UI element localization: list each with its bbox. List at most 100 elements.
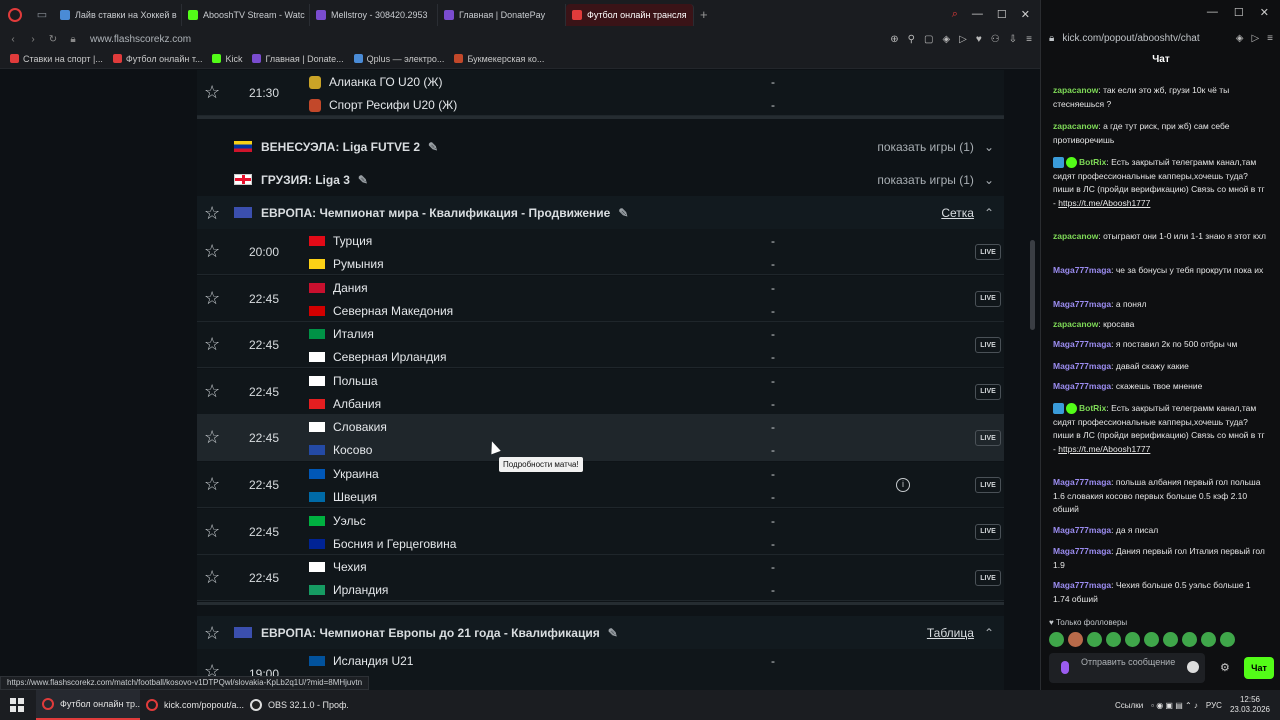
bookmark-item[interactable]: Футбол онлайн т... <box>112 54 202 64</box>
chat-username[interactable]: Maga777maga <box>1053 361 1111 371</box>
emote-icon[interactable] <box>1144 632 1159 647</box>
emote-icon[interactable] <box>1201 632 1216 647</box>
tray-icons[interactable]: ▫ ◉ ▣ ▤ ⌃ ♪ <box>1151 701 1198 710</box>
chat-username[interactable]: Maga777maga <box>1053 381 1111 391</box>
emote-icon[interactable] <box>1068 632 1083 647</box>
emote-icon[interactable] <box>1182 632 1197 647</box>
clock[interactable]: 12:56 23.03.2026 <box>1230 695 1270 715</box>
emote-icon[interactable] <box>1106 632 1121 647</box>
browser-tab[interactable]: Футбол онлайн трансля <box>566 3 694 26</box>
live-button[interactable]: LIVE <box>975 523 1001 540</box>
search-icon[interactable]: ⌕ <box>952 8 958 21</box>
chat-username[interactable]: Maga777maga <box>1053 525 1111 535</box>
chat-username[interactable]: BotRix <box>1079 403 1106 413</box>
favorite-star-icon[interactable]: ☆ <box>204 428 222 446</box>
links-label[interactable]: Ссылки <box>1115 701 1143 710</box>
league-header-europe-wc[interactable]: ☆ ЕВРОПА: Чемпионат мира - Квалификация … <box>197 196 1004 229</box>
favorite-star-icon[interactable]: ☆ <box>204 522 222 540</box>
download-icon[interactable]: ⇩ <box>1009 34 1017 45</box>
tab-menu-icon[interactable]: ▭ <box>30 0 54 29</box>
browser-tab[interactable]: Mellstroy - 308420.2953 <box>310 3 438 26</box>
bookmark-item[interactable]: Kick <box>212 54 242 64</box>
menu-icon[interactable]: ≡ <box>1267 33 1273 44</box>
send-chat-button[interactable]: Чат <box>1244 657 1274 679</box>
browser-tab[interactable]: Лайв ставки на Хоккей в <box>54 3 182 26</box>
heart-icon[interactable]: ♥ <box>976 34 982 45</box>
bracket-link[interactable]: Сетка ⌃ <box>941 206 994 220</box>
reload-icon[interactable]: ↻ <box>46 34 60 45</box>
chat-link[interactable]: https://t.me/Aboosh1777 <box>1058 198 1150 208</box>
live-button[interactable]: LIVE <box>975 570 1001 587</box>
table-row[interactable]: ☆ 22:45 Италия Северная Ирландия - - LIVE <box>197 322 1004 369</box>
live-button[interactable]: LIVE <box>975 337 1001 354</box>
chat-username[interactable]: zapacanow <box>1053 85 1098 95</box>
chat-username[interactable]: Maga777maga <box>1053 477 1111 487</box>
url-field[interactable]: www.flashscorekz.com <box>90 34 191 45</box>
table-row[interactable]: ☆ 22:45 Украина Швеция - - i LIVE <box>197 462 1004 508</box>
language-indicator[interactable]: РУС <box>1206 701 1222 710</box>
maximize-icon[interactable]: ☐ <box>997 8 1007 21</box>
chat-username[interactable]: zapacanow <box>1053 231 1098 241</box>
favorite-star-icon[interactable]: ☆ <box>204 203 220 224</box>
table-row[interactable]: ☆ 22:45 Словакия Косово - - LIVE <box>197 415 1004 462</box>
favorite-star-icon[interactable]: ☆ <box>204 289 222 307</box>
forward-icon[interactable]: › <box>26 34 40 45</box>
bookmark-item[interactable]: Ставки на спорт |... <box>10 54 103 64</box>
table-row[interactable]: ☆ 22:45 Польша Албания - - LIVE <box>197 368 1004 415</box>
live-button[interactable]: LIVE <box>975 383 1001 400</box>
emote-icon[interactable] <box>1125 632 1140 647</box>
play-icon[interactable]: ▷ <box>1251 33 1259 44</box>
browser-tab[interactable]: AbooshTV Stream - Watc <box>182 3 310 26</box>
new-tab-button[interactable]: + <box>700 7 708 22</box>
table-row[interactable]: ☆ 21:30 Алианка ГО U20 (Ж) Спорт Ресифи … <box>197 70 1004 116</box>
account-icon[interactable]: ⚇ <box>991 34 1000 45</box>
play-icon[interactable]: ▷ <box>959 34 967 45</box>
live-button[interactable]: LIVE <box>975 477 1001 493</box>
table-row[interactable]: ☆ 22:45 Чехия Ирландия - - LIVE <box>197 555 1004 602</box>
chat-link[interactable]: https://t.me/Aboosh1777 <box>1058 444 1150 454</box>
browser-tab[interactable]: Главная | DonatePay <box>438 3 566 26</box>
windows-start-icon[interactable] <box>10 698 24 712</box>
live-button[interactable]: LIVE <box>975 244 1001 260</box>
table-row[interactable]: ☆ 22:45 Дания Северная Македония - - LIVE <box>197 275 1004 322</box>
close-icon[interactable]: ✕ <box>1260 6 1269 29</box>
show-games-link[interactable]: показать игры (1) ⌄ <box>877 140 994 154</box>
taskbar-item[interactable]: OBS 32.1.0 - Проф... <box>244 690 348 720</box>
live-button[interactable]: LIVE <box>975 290 1001 307</box>
gear-icon[interactable]: ⚙ <box>1220 661 1230 674</box>
show-games-link[interactable]: показать игры (1) ⌄ <box>877 173 994 187</box>
maximize-icon[interactable]: ☐ <box>1234 6 1244 29</box>
chat-input[interactable]: Отправить сообщение <box>1049 653 1205 683</box>
table-row[interactable]: ☆ 22:45 Уэльс Босния и Герцеговина - - LIVE <box>197 508 1004 555</box>
chat-username[interactable]: zapacanow <box>1053 319 1098 329</box>
taskbar-item[interactable]: Футбол онлайн тр... <box>36 690 140 720</box>
info-icon[interactable]: i <box>896 478 910 492</box>
favorite-star-icon[interactable]: ☆ <box>204 568 222 586</box>
favorite-star-icon[interactable]: ☆ <box>204 382 222 400</box>
emote-icon[interactable] <box>1163 632 1178 647</box>
menu-icon[interactable]: ≡ <box>1026 34 1032 45</box>
favorite-star-icon[interactable]: ☆ <box>204 475 222 493</box>
favorite-star-icon[interactable]: ☆ <box>204 335 222 353</box>
back-icon[interactable]: ‹ <box>6 34 20 45</box>
scrollbar-thumb[interactable] <box>1030 240 1035 330</box>
live-button[interactable]: LIVE <box>975 430 1001 447</box>
opera-logo-icon[interactable] <box>8 7 22 22</box>
bookmark-item[interactable]: Букмекерская ко... <box>454 54 544 64</box>
snapshot-icon[interactable]: ▢ <box>924 34 933 45</box>
shield-icon[interactable]: ◈ <box>942 34 950 45</box>
chat-username[interactable]: Maga777maga <box>1053 265 1111 275</box>
chat-username[interactable]: BotRix <box>1079 157 1106 167</box>
league-header-venezuela[interactable]: ВЕНЕСУЭЛА: Liga FUTVE 2 ✎ показать игры (… <box>197 130 1004 163</box>
table-row[interactable]: ☆ 20:00 Турция Румыния - - LIVE <box>197 229 1004 275</box>
zoom-icon[interactable]: ⊕ <box>890 34 898 45</box>
emote-icon[interactable] <box>1220 632 1235 647</box>
favorite-star-icon[interactable]: ☆ <box>204 623 220 644</box>
chat-username[interactable]: zapacanow <box>1053 121 1098 131</box>
chat-username[interactable]: Maga777maga <box>1053 580 1111 590</box>
league-header-georgia[interactable]: ГРУЗИЯ: Liga 3 ✎ показать игры (1) ⌄ <box>197 163 1004 196</box>
favorite-star-icon[interactable]: ☆ <box>204 242 222 260</box>
emoji-icon[interactable] <box>1187 661 1199 673</box>
emote-icon[interactable] <box>1049 632 1064 647</box>
chat-username[interactable]: Maga777maga <box>1053 339 1111 349</box>
